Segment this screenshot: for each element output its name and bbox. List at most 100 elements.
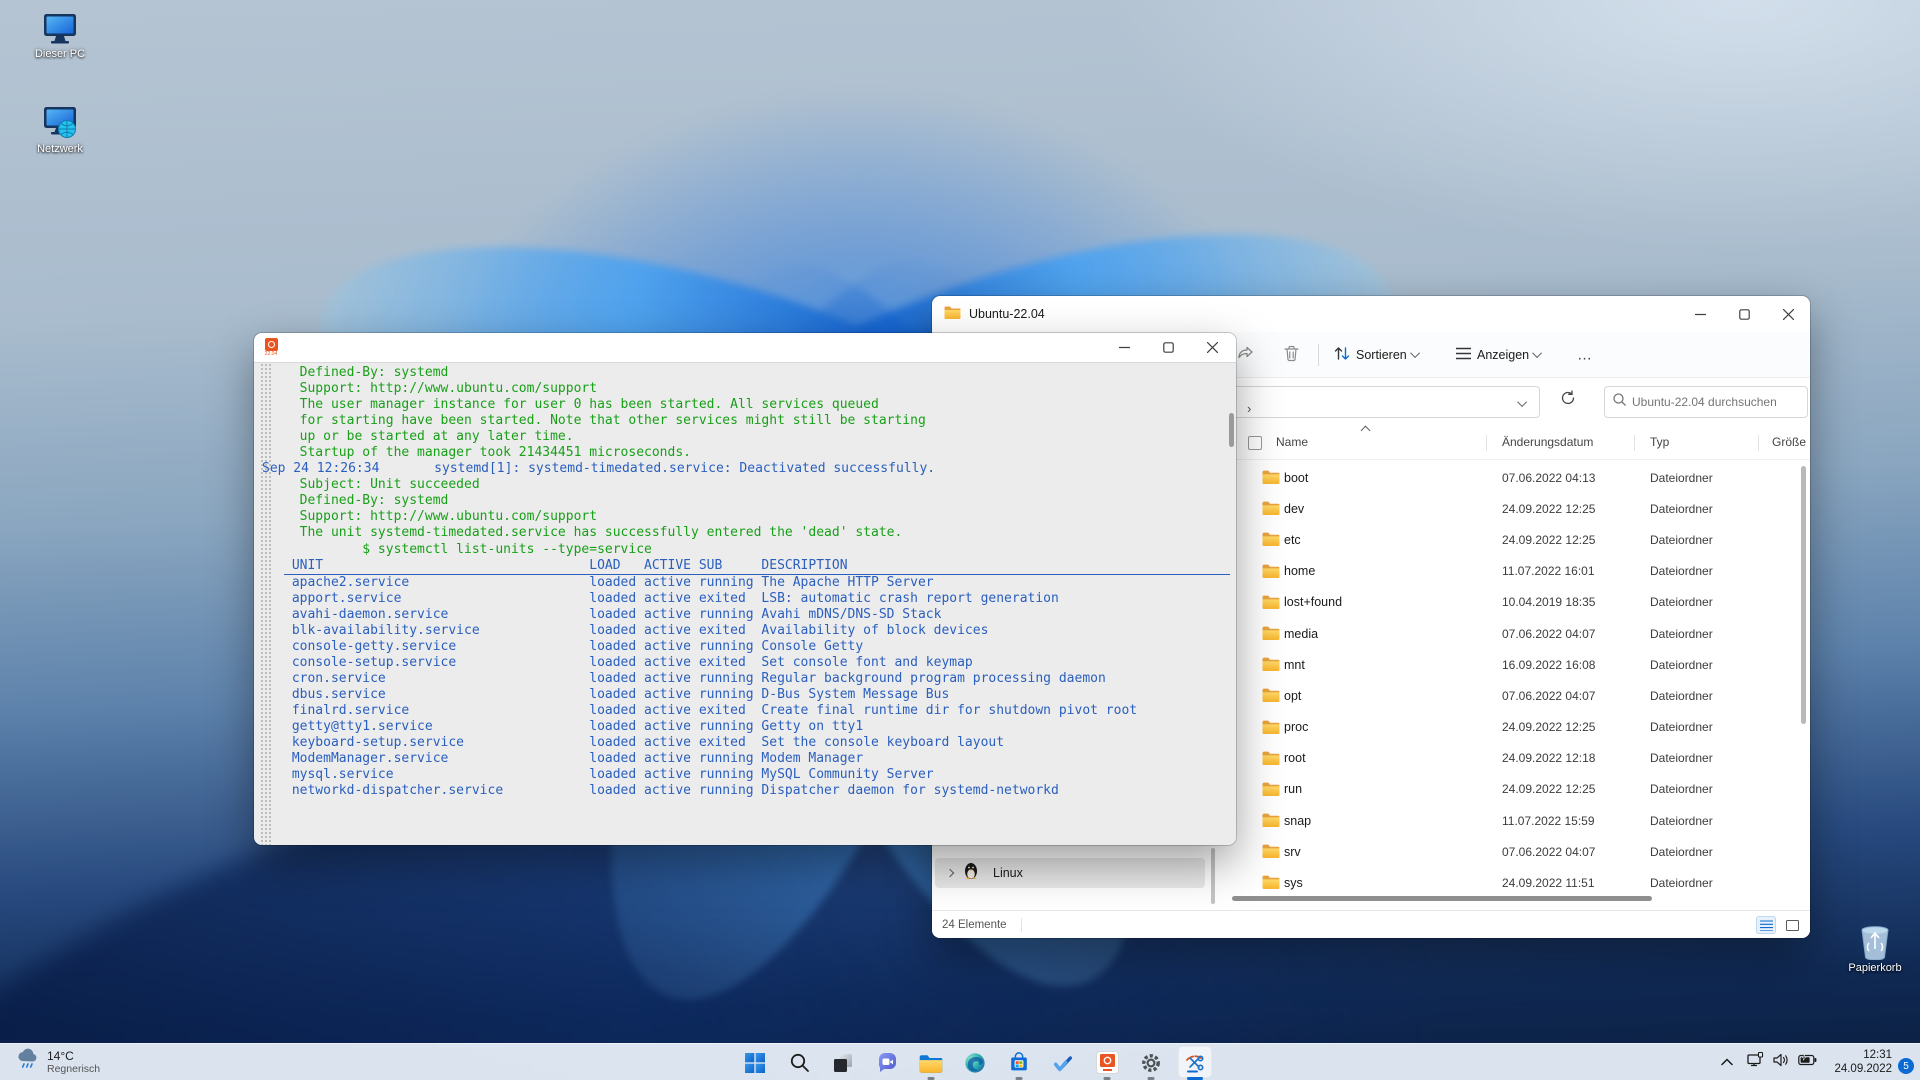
folder-icon (1262, 531, 1280, 551)
chevron-down-icon (1410, 348, 1420, 358)
select-all-checkbox[interactable] (1248, 436, 1262, 450)
edge-button[interactable] (953, 1044, 997, 1080)
file-name: root (1284, 751, 1306, 765)
file-date: 24.09.2022 12:25 (1502, 533, 1595, 547)
notification-badge[interactable]: 5 (1898, 1058, 1914, 1074)
terminal-line: UNIT LOAD ACTIVE SUB DESCRIPTION (284, 558, 1230, 575)
network-icon (22, 105, 98, 141)
folder-icon (1262, 750, 1280, 770)
column-separator[interactable] (1758, 435, 1759, 451)
view-button[interactable]: Anzeigen (1456, 347, 1542, 363)
settings-button[interactable] (1129, 1044, 1173, 1080)
tray-time: 12:31 (1834, 1048, 1892, 1062)
column-header-type[interactable]: Typ (1650, 435, 1669, 449)
terminal-scrollbar[interactable] (1229, 413, 1234, 447)
minimize-button[interactable] (1678, 296, 1722, 332)
delete-button[interactable] (1284, 345, 1299, 364)
horizontal-scrollbar[interactable] (1232, 896, 1652, 901)
desktop-icon-network[interactable]: Netzwerk (22, 105, 98, 155)
store-button[interactable] (997, 1044, 1041, 1080)
sort-button[interactable]: Sortieren (1334, 346, 1420, 364)
search-box[interactable] (1604, 386, 1808, 418)
search-input[interactable] (1632, 395, 1799, 409)
file-date: 11.07.2022 15:59 (1502, 814, 1595, 828)
terminal-lines: Defined-By: systemd Support: http://www.… (284, 365, 1230, 799)
terminal-titlebar[interactable]: 22.04 (254, 333, 1236, 363)
toolbar-divider (1318, 344, 1319, 366)
sidebar-item-linux[interactable]: Linux (935, 858, 1205, 888)
window-title: Ubuntu-22.04 (969, 307, 1045, 321)
file-type: Dateiordner (1650, 595, 1713, 609)
file-name: sys (1284, 876, 1303, 890)
chevron-right-icon[interactable] (946, 869, 954, 877)
vertical-scrollbar[interactable] (1801, 466, 1806, 724)
weather-widget[interactable]: 14°C Regnerisch (10, 1044, 106, 1080)
desktop-icon-this-pc[interactable]: Dieser PC (22, 12, 98, 60)
todo-button[interactable] (1041, 1044, 1085, 1080)
address-dropdown-icon[interactable] (1517, 397, 1527, 407)
terminal-line: up or be started at any later time. (284, 429, 1230, 445)
column-header-size[interactable]: Größe (1772, 435, 1806, 449)
explorer-titlebar[interactable]: Ubuntu-22.04 (932, 296, 1810, 332)
maximize-button[interactable] (1722, 296, 1766, 332)
terminal-line: $ systemctl list-units --type=service (284, 542, 1230, 558)
more-button[interactable]: … (1577, 346, 1592, 363)
clock[interactable]: 12:31 24.09.2022 (1834, 1048, 1892, 1076)
desktop-icon-recycle-bin[interactable]: Papierkorb (1837, 924, 1913, 974)
file-name: mnt (1284, 658, 1305, 672)
file-date: 07.06.2022 04:13 (1502, 471, 1595, 485)
ubuntu-version-badge: 22.04 (265, 352, 278, 357)
refresh-button[interactable] (1560, 390, 1584, 414)
snipping-tool-button[interactable] (1173, 1044, 1217, 1080)
close-button[interactable] (1190, 333, 1234, 362)
file-name: etc (1284, 533, 1301, 547)
start-button[interactable] (733, 1044, 777, 1080)
terminal-line: keyboard-setup.service loaded active exi… (284, 735, 1230, 751)
file-explorer-button[interactable] (909, 1044, 953, 1080)
sidebar-scrollbar[interactable] (1211, 848, 1215, 904)
terminal-line: Sep 24 12:26:34 systemd[1]: systemd-time… (262, 461, 1230, 477)
share-button[interactable] (1237, 345, 1255, 364)
folder-icon (1262, 687, 1280, 707)
file-date: 11.07.2022 16:01 (1502, 564, 1595, 578)
search-button[interactable] (777, 1044, 821, 1080)
tray-chevron-button[interactable] (1714, 1047, 1740, 1077)
file-type: Dateiordner (1650, 814, 1713, 828)
terminal-line: dbus.service loaded active running D-Bus… (284, 687, 1230, 703)
terminal-line: for starting have been started. Note tha… (284, 413, 1230, 429)
explorer-statusbar: 24 Elemente (932, 910, 1810, 938)
breadcrumb-separator: › (1247, 401, 1251, 416)
terminal-line: The user manager instance for user 0 has… (284, 397, 1230, 413)
view-label: Anzeigen (1477, 348, 1529, 362)
file-name: dev (1284, 502, 1304, 516)
terminal-line: Support: http://www.ubuntu.com/support (284, 509, 1230, 525)
terminal-line: getty@tty1.service loaded active running… (284, 719, 1230, 735)
file-type: Dateiordner (1650, 533, 1713, 547)
system-tray: 12:31 24.09.2022 5 (1714, 1044, 1920, 1080)
this-pc-icon (22, 12, 98, 46)
list-view-toggle[interactable] (1756, 916, 1776, 934)
chat-button[interactable] (865, 1044, 909, 1080)
terminal-line: finalrd.service loaded active exited Cre… (284, 703, 1230, 719)
tray-status-group[interactable] (1740, 1047, 1824, 1077)
column-separator[interactable] (1486, 435, 1487, 451)
close-button[interactable] (1766, 296, 1810, 332)
folder-icon (1262, 563, 1280, 583)
folder-icon (1262, 719, 1280, 739)
desktop-icon-label: Dieser PC (22, 48, 98, 60)
terminal-line: Support: http://www.ubuntu.com/support (284, 381, 1230, 397)
statusbar-divider (1021, 918, 1022, 932)
column-header-date[interactable]: Änderungsdatum (1502, 435, 1593, 449)
ubuntu-terminal-button[interactable] (1085, 1044, 1129, 1080)
column-separator[interactable] (1634, 435, 1635, 451)
maximize-button[interactable] (1146, 333, 1190, 362)
column-header-name[interactable]: Name (1276, 435, 1308, 449)
details-view-toggle[interactable] (1782, 916, 1802, 934)
file-type: Dateiordner (1650, 658, 1713, 672)
minimize-button[interactable] (1102, 333, 1146, 362)
terminal-line: networkd-dispatcher.service loaded activ… (284, 783, 1230, 799)
terminal-output[interactable]: Defined-By: systemd Support: http://www.… (254, 363, 1236, 845)
task-view-button[interactable] (821, 1044, 865, 1080)
file-type: Dateiordner (1650, 564, 1713, 578)
terminal-line: blk-availability.service loaded active e… (284, 623, 1230, 639)
